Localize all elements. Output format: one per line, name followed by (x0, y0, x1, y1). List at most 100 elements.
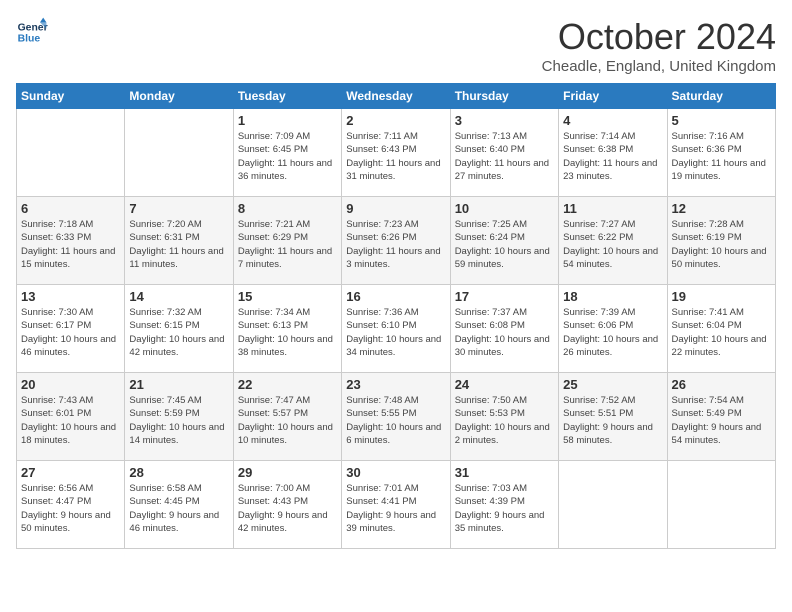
day-number: 26 (672, 377, 771, 392)
day-detail: Sunrise: 7:52 AM Sunset: 5:51 PM Dayligh… (563, 394, 662, 447)
calendar-cell: 22Sunrise: 7:47 AM Sunset: 5:57 PM Dayli… (233, 373, 341, 461)
calendar-cell: 1 Sunrise: 7:09 AM Sunset: 6:45 PM Daylig… (233, 109, 341, 197)
day-number: 27 (21, 465, 120, 480)
day-number: 16 (346, 289, 445, 304)
day-number: 21 (129, 377, 228, 392)
day-number: 5 (672, 113, 771, 128)
day-detail: Sunrise: 7:39 AM Sunset: 6:06 PM Dayligh… (563, 306, 662, 359)
day-detail: Sunrise: 7:30 AM Sunset: 6:17 PM Dayligh… (21, 306, 120, 359)
calendar-cell: 31 Sunrise: 7:03 AM Sunset: 4:39 PM Dayli… (450, 461, 558, 549)
calendar-cell (125, 109, 233, 197)
day-number: 28 (129, 465, 228, 480)
day-detail: Sunrise: 7:37 AM Sunset: 6:08 PM Dayligh… (455, 306, 554, 359)
day-number: 22 (238, 377, 337, 392)
dow-header-saturday: Saturday (667, 84, 775, 109)
day-number: 9 (346, 201, 445, 216)
day-number: 1 (238, 113, 337, 128)
calendar-cell: 16 Sunrise: 7:36 AM Sunset: 6:10 PM Dayli… (342, 285, 450, 373)
day-number: 17 (455, 289, 554, 304)
calendar-cell: 23 Sunrise: 7:48 AM Sunset: 5:55 PM Dayli… (342, 373, 450, 461)
dow-header-thursday: Thursday (450, 84, 558, 109)
day-number: 18 (563, 289, 662, 304)
calendar-cell: 19 Sunrise: 7:41 AM Sunset: 6:04 PM Dayli… (667, 285, 775, 373)
day-number: 31 (455, 465, 554, 480)
day-number: 29 (238, 465, 337, 480)
calendar-cell: 29 Sunrise: 7:00 AM Sunset: 4:43 PM Dayli… (233, 461, 341, 549)
logo-icon: General Blue (16, 16, 48, 48)
day-detail: Sunrise: 7:23 AM Sunset: 6:26 PM Dayligh… (346, 218, 445, 271)
calendar-cell (667, 461, 775, 549)
day-detail: Sunrise: 7:00 AM Sunset: 4:43 PM Dayligh… (238, 482, 337, 535)
calendar-cell: 12Sunrise: 7:28 AM Sunset: 6:19 PM Dayli… (667, 197, 775, 285)
day-number: 7 (129, 201, 228, 216)
day-detail: Sunrise: 7:01 AM Sunset: 4:41 PM Dayligh… (346, 482, 445, 535)
day-detail: Sunrise: 7:28 AM Sunset: 6:19 PM Dayligh… (672, 218, 771, 271)
day-detail: Sunrise: 7:16 AM Sunset: 6:36 PM Dayligh… (672, 130, 771, 183)
calendar-cell: 2Sunrise: 7:11 AM Sunset: 6:43 PM Daylig… (342, 109, 450, 197)
day-number: 4 (563, 113, 662, 128)
day-number: 24 (455, 377, 554, 392)
day-number: 23 (346, 377, 445, 392)
calendar-cell: 10Sunrise: 7:25 AM Sunset: 6:24 PM Dayli… (450, 197, 558, 285)
dow-header-friday: Friday (559, 84, 667, 109)
day-detail: Sunrise: 7:48 AM Sunset: 5:55 PM Dayligh… (346, 394, 445, 447)
dow-header-wednesday: Wednesday (342, 84, 450, 109)
day-number: 14 (129, 289, 228, 304)
day-detail: Sunrise: 7:41 AM Sunset: 6:04 PM Dayligh… (672, 306, 771, 359)
dow-header-tuesday: Tuesday (233, 84, 341, 109)
day-detail: Sunrise: 7:36 AM Sunset: 6:10 PM Dayligh… (346, 306, 445, 359)
calendar-cell: 15 Sunrise: 7:34 AM Sunset: 6:13 PM Dayli… (233, 285, 341, 373)
title-area: October 2024 Cheadle, England, United Ki… (542, 16, 776, 75)
day-detail: Sunrise: 7:14 AM Sunset: 6:38 PM Dayligh… (563, 130, 662, 183)
day-detail: Sunrise: 7:13 AM Sunset: 6:40 PM Dayligh… (455, 130, 554, 183)
calendar-cell: 26 Sunrise: 7:54 AM Sunset: 5:49 PM Dayli… (667, 373, 775, 461)
day-detail: Sunrise: 7:32 AM Sunset: 6:15 PM Dayligh… (129, 306, 228, 359)
calendar-cell: 18 Sunrise: 7:39 AM Sunset: 6:06 PM Dayli… (559, 285, 667, 373)
calendar-cell: 24 Sunrise: 7:50 AM Sunset: 5:53 PM Dayli… (450, 373, 558, 461)
day-detail: Sunrise: 7:43 AM Sunset: 6:01 PM Dayligh… (21, 394, 120, 447)
day-detail: Sunrise: 7:11 AM Sunset: 6:43 PM Dayligh… (346, 130, 445, 183)
day-number: 3 (455, 113, 554, 128)
calendar-cell: 17 Sunrise: 7:37 AM Sunset: 6:08 PM Dayli… (450, 285, 558, 373)
calendar-cell: 7 Sunrise: 7:20 AM Sunset: 6:31 PM Daylig… (125, 197, 233, 285)
day-number: 10 (455, 201, 554, 216)
logo: General Blue (16, 16, 48, 48)
calendar-cell (17, 109, 125, 197)
day-number: 8 (238, 201, 337, 216)
calendar-cell: 21 Sunrise: 7:45 AM Sunset: 5:59 PM Dayli… (125, 373, 233, 461)
calendar-cell: 9 Sunrise: 7:23 AM Sunset: 6:26 PM Daylig… (342, 197, 450, 285)
calendar-table: SundayMondayTuesdayWednesdayThursdayFrid… (16, 83, 776, 549)
day-detail: Sunrise: 7:34 AM Sunset: 6:13 PM Dayligh… (238, 306, 337, 359)
day-detail: Sunrise: 7:27 AM Sunset: 6:22 PM Dayligh… (563, 218, 662, 271)
dow-header-sunday: Sunday (17, 84, 125, 109)
svg-text:Blue: Blue (18, 34, 41, 45)
day-number: 19 (672, 289, 771, 304)
calendar-cell: 4 Sunrise: 7:14 AM Sunset: 6:38 PM Daylig… (559, 109, 667, 197)
day-detail: Sunrise: 6:58 AM Sunset: 4:45 PM Dayligh… (129, 482, 228, 535)
calendar-cell: 20 Sunrise: 7:43 AM Sunset: 6:01 PM Dayli… (17, 373, 125, 461)
dow-header-monday: Monday (125, 84, 233, 109)
day-detail: Sunrise: 7:09 AM Sunset: 6:45 PM Dayligh… (238, 130, 337, 183)
day-number: 30 (346, 465, 445, 480)
month-title: October 2024 (542, 16, 776, 58)
day-detail: Sunrise: 7:20 AM Sunset: 6:31 PM Dayligh… (129, 218, 228, 271)
day-number: 11 (563, 201, 662, 216)
day-detail: Sunrise: 7:18 AM Sunset: 6:33 PM Dayligh… (21, 218, 120, 271)
day-detail: Sunrise: 6:56 AM Sunset: 4:47 PM Dayligh… (21, 482, 120, 535)
day-detail: Sunrise: 7:03 AM Sunset: 4:39 PM Dayligh… (455, 482, 554, 535)
calendar-cell (559, 461, 667, 549)
day-number: 25 (563, 377, 662, 392)
day-number: 15 (238, 289, 337, 304)
calendar-cell: 14 Sunrise: 7:32 AM Sunset: 6:15 PM Dayli… (125, 285, 233, 373)
day-detail: Sunrise: 7:50 AM Sunset: 5:53 PM Dayligh… (455, 394, 554, 447)
calendar-cell: 27 Sunrise: 6:56 AM Sunset: 4:47 PM Dayli… (17, 461, 125, 549)
day-detail: Sunrise: 7:45 AM Sunset: 5:59 PM Dayligh… (129, 394, 228, 447)
calendar-cell: 8 Sunrise: 7:21 AM Sunset: 6:29 PM Daylig… (233, 197, 341, 285)
day-number: 6 (21, 201, 120, 216)
header: General Blue October 2024 Cheadle, Engla… (16, 16, 776, 75)
calendar-cell: 5 Sunrise: 7:16 AM Sunset: 6:36 PM Daylig… (667, 109, 775, 197)
day-number: 20 (21, 377, 120, 392)
day-detail: Sunrise: 7:21 AM Sunset: 6:29 PM Dayligh… (238, 218, 337, 271)
day-detail: Sunrise: 7:54 AM Sunset: 5:49 PM Dayligh… (672, 394, 771, 447)
location-subtitle: Cheadle, England, United Kingdom (542, 58, 776, 75)
